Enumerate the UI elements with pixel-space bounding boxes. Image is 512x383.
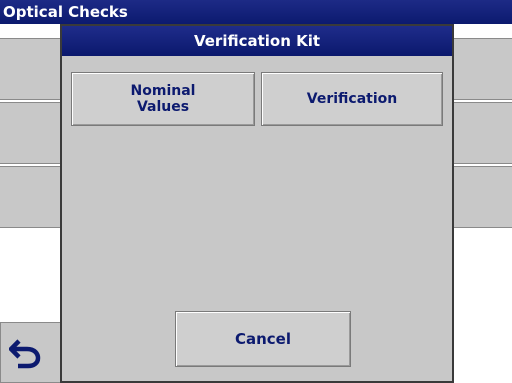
cancel-button[interactable]: Cancel <box>175 311 351 367</box>
verification-kit-dialog: Verification Kit Nominal Values Verifica… <box>60 24 454 383</box>
back-arrow-icon <box>9 339 41 369</box>
verification-button[interactable]: Verification <box>261 72 443 126</box>
background-title: Optical Checks <box>3 3 128 21</box>
nominal-values-button[interactable]: Nominal Values <box>71 72 255 126</box>
background-title-bar: Optical Checks <box>0 0 512 24</box>
dialog-title: Verification Kit <box>62 26 452 56</box>
